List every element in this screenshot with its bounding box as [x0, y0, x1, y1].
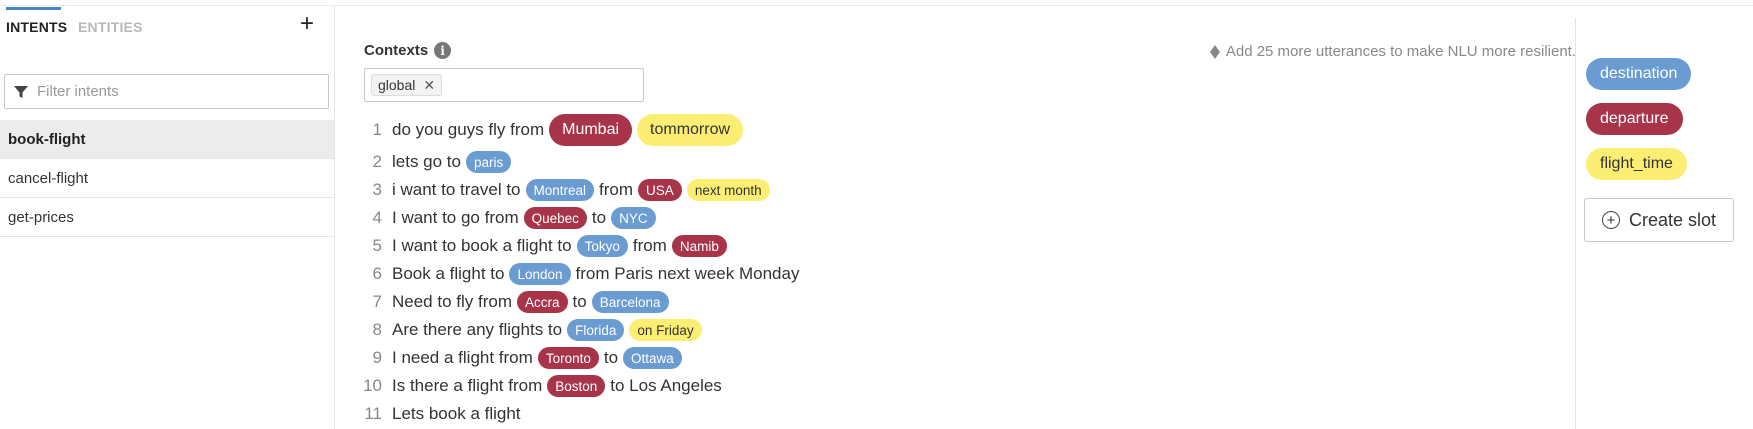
create-slot-button[interactable]: + Create slot — [1584, 198, 1734, 242]
utterance-text: Lets book a flight — [392, 404, 521, 423]
utterance-text: from — [632, 236, 667, 255]
utterance-list: 1 do you guys fly from Mumbai tommorrow 2 let… — [358, 112, 804, 428]
entity-tag-destination[interactable]: Florida — [567, 319, 625, 341]
utterance-row[interactable]: 3 i want to travel to Montreal from USA next … — [358, 176, 804, 204]
intent-list: book-flight cancel-flight get-prices — [0, 120, 334, 237]
utterance-text: I want to go from — [392, 208, 519, 227]
utterance-row[interactable]: 6 Book a flight to London from Paris next w… — [358, 260, 804, 288]
utterance-text: Is there a flight from — [392, 376, 543, 395]
utterance-text: i want to travel to — [392, 180, 521, 199]
utterance-text: from — [599, 180, 634, 199]
entity-tag-destination[interactable]: Ottawa — [623, 347, 682, 369]
intent-editor: Contexts i Add 25 more utterances to mak… — [336, 6, 1576, 429]
utterance-text: to — [603, 348, 619, 367]
diamond-icon — [1209, 44, 1220, 59]
active-tab-indicator — [6, 7, 61, 10]
utterance-number: 9 — [372, 348, 382, 367]
hint-text: Add 25 more utterances to make NLU more … — [1225, 43, 1576, 60]
slot-destination[interactable]: destination — [1586, 58, 1692, 90]
slot-flight-time[interactable]: flight_time — [1586, 148, 1687, 180]
contexts-input[interactable]: global ✕ — [364, 68, 644, 102]
entity-tag-flight-time[interactable]: tommorrow — [637, 114, 744, 146]
utterance-row[interactable]: 1 do you guys fly from Mumbai tommorrow — [358, 112, 804, 148]
entity-tag-flight-time[interactable]: on Friday — [629, 319, 702, 341]
entity-tag-destination[interactable]: London — [509, 263, 571, 285]
intent-item-book-flight[interactable]: book-flight — [0, 120, 334, 159]
contexts-label: Contexts — [364, 42, 429, 59]
utterance-row[interactable]: 2 lets go to paris — [358, 148, 804, 176]
tab-entities[interactable]: ENTITIES — [78, 19, 143, 35]
utterance-number: 11 — [364, 404, 382, 423]
utterance-row[interactable]: 9 I need a flight from Toronto to Ottawa — [358, 344, 804, 372]
intent-item-cancel-flight[interactable]: cancel-flight — [0, 159, 334, 198]
utterance-text: from Paris next week Monday — [575, 264, 800, 283]
filter-intents-field[interactable] — [4, 74, 329, 109]
utterance-text: to — [591, 208, 607, 227]
remove-chip-icon[interactable]: ✕ — [423, 77, 435, 94]
panel-divider — [1575, 18, 1576, 429]
entity-tag-destination[interactable]: NYC — [611, 207, 656, 229]
utterance-number: 4 — [372, 208, 382, 227]
create-slot-label: Create slot — [1628, 209, 1717, 230]
intents-sidebar: INTENTS ENTITIES + book-flight cancel-fl… — [0, 6, 335, 429]
utterance-text: do you guys fly from — [392, 120, 545, 139]
entity-tag-destination[interactable]: paris — [466, 151, 512, 173]
tab-intents[interactable]: INTENTS — [6, 19, 67, 35]
utterance-text: I want to book a flight to — [392, 236, 572, 255]
utterance-number: 3 — [372, 180, 382, 199]
utterance-number: 8 — [372, 320, 382, 339]
entity-tag-destination[interactable]: Barcelona — [591, 291, 669, 313]
context-chip: global ✕ — [371, 74, 443, 96]
utterance-number: 7 — [372, 292, 382, 311]
utterance-row[interactable]: 5 I want to book a flight to Tokyo from Nami… — [358, 232, 804, 260]
entity-tag-departure[interactable]: Quebec — [523, 207, 587, 229]
utterance-number: 10 — [363, 376, 382, 395]
utterance-row[interactable]: 11 Lets book a flight — [358, 400, 804, 428]
utterance-hint: Add 25 more utterances to make NLU more … — [1209, 43, 1576, 60]
entity-tag-departure[interactable]: USA — [638, 179, 682, 201]
utterance-text: to Los Angeles — [610, 376, 722, 395]
entity-tag-departure[interactable]: Accra — [517, 291, 568, 313]
sidebar-tabs: INTENTS ENTITIES + — [0, 6, 334, 48]
utterance-text: Need to fly from — [392, 292, 512, 311]
utterance-text: to — [572, 292, 587, 311]
utterance-number: 6 — [372, 264, 382, 283]
utterance-row[interactable]: 10 Is there a flight from Boston to Los Ang… — [358, 372, 804, 400]
utterance-row[interactable]: 8 Are there any flights to Florida on Frida… — [358, 316, 804, 344]
entity-tag-departure[interactable]: Mumbai — [549, 114, 633, 146]
info-icon[interactable]: i — [434, 42, 452, 59]
context-chip-label: global — [378, 77, 416, 93]
add-intent-icon[interactable]: + — [300, 12, 314, 36]
utterance-text: Book a flight to — [392, 264, 505, 283]
utterance-text: I need a flight from — [392, 348, 533, 367]
add-circle-icon: + — [1601, 211, 1620, 229]
entity-tag-destination[interactable]: Tokyo — [576, 235, 628, 257]
utterance-row[interactable]: 7 Need to fly from Accra to Barcelona — [358, 288, 804, 316]
utterance-text: lets go to — [392, 152, 461, 171]
utterance-number: 1 — [372, 120, 382, 139]
utterance-number: 2 — [372, 152, 382, 171]
slot-list: destination departure flight_time — [1586, 58, 1692, 193]
entity-tag-flight-time[interactable]: next month — [686, 179, 770, 201]
contexts-heading: Contexts i — [364, 42, 452, 59]
entity-tag-departure[interactable]: Boston — [547, 375, 606, 397]
slot-departure[interactable]: departure — [1586, 103, 1683, 135]
filter-icon — [5, 84, 37, 100]
intent-item-get-prices[interactable]: get-prices — [0, 198, 334, 237]
filter-intents-input[interactable] — [37, 83, 317, 100]
utterance-row[interactable]: 4 I want to go from Quebec to NYC — [358, 204, 804, 232]
entity-tag-departure[interactable]: Namib — [671, 235, 727, 257]
entity-tag-destination[interactable]: Montreal — [525, 179, 595, 201]
utterance-number: 5 — [372, 236, 382, 255]
utterance-text: Are there any flights to — [392, 320, 563, 339]
entity-tag-departure[interactable]: Toronto — [537, 347, 599, 369]
